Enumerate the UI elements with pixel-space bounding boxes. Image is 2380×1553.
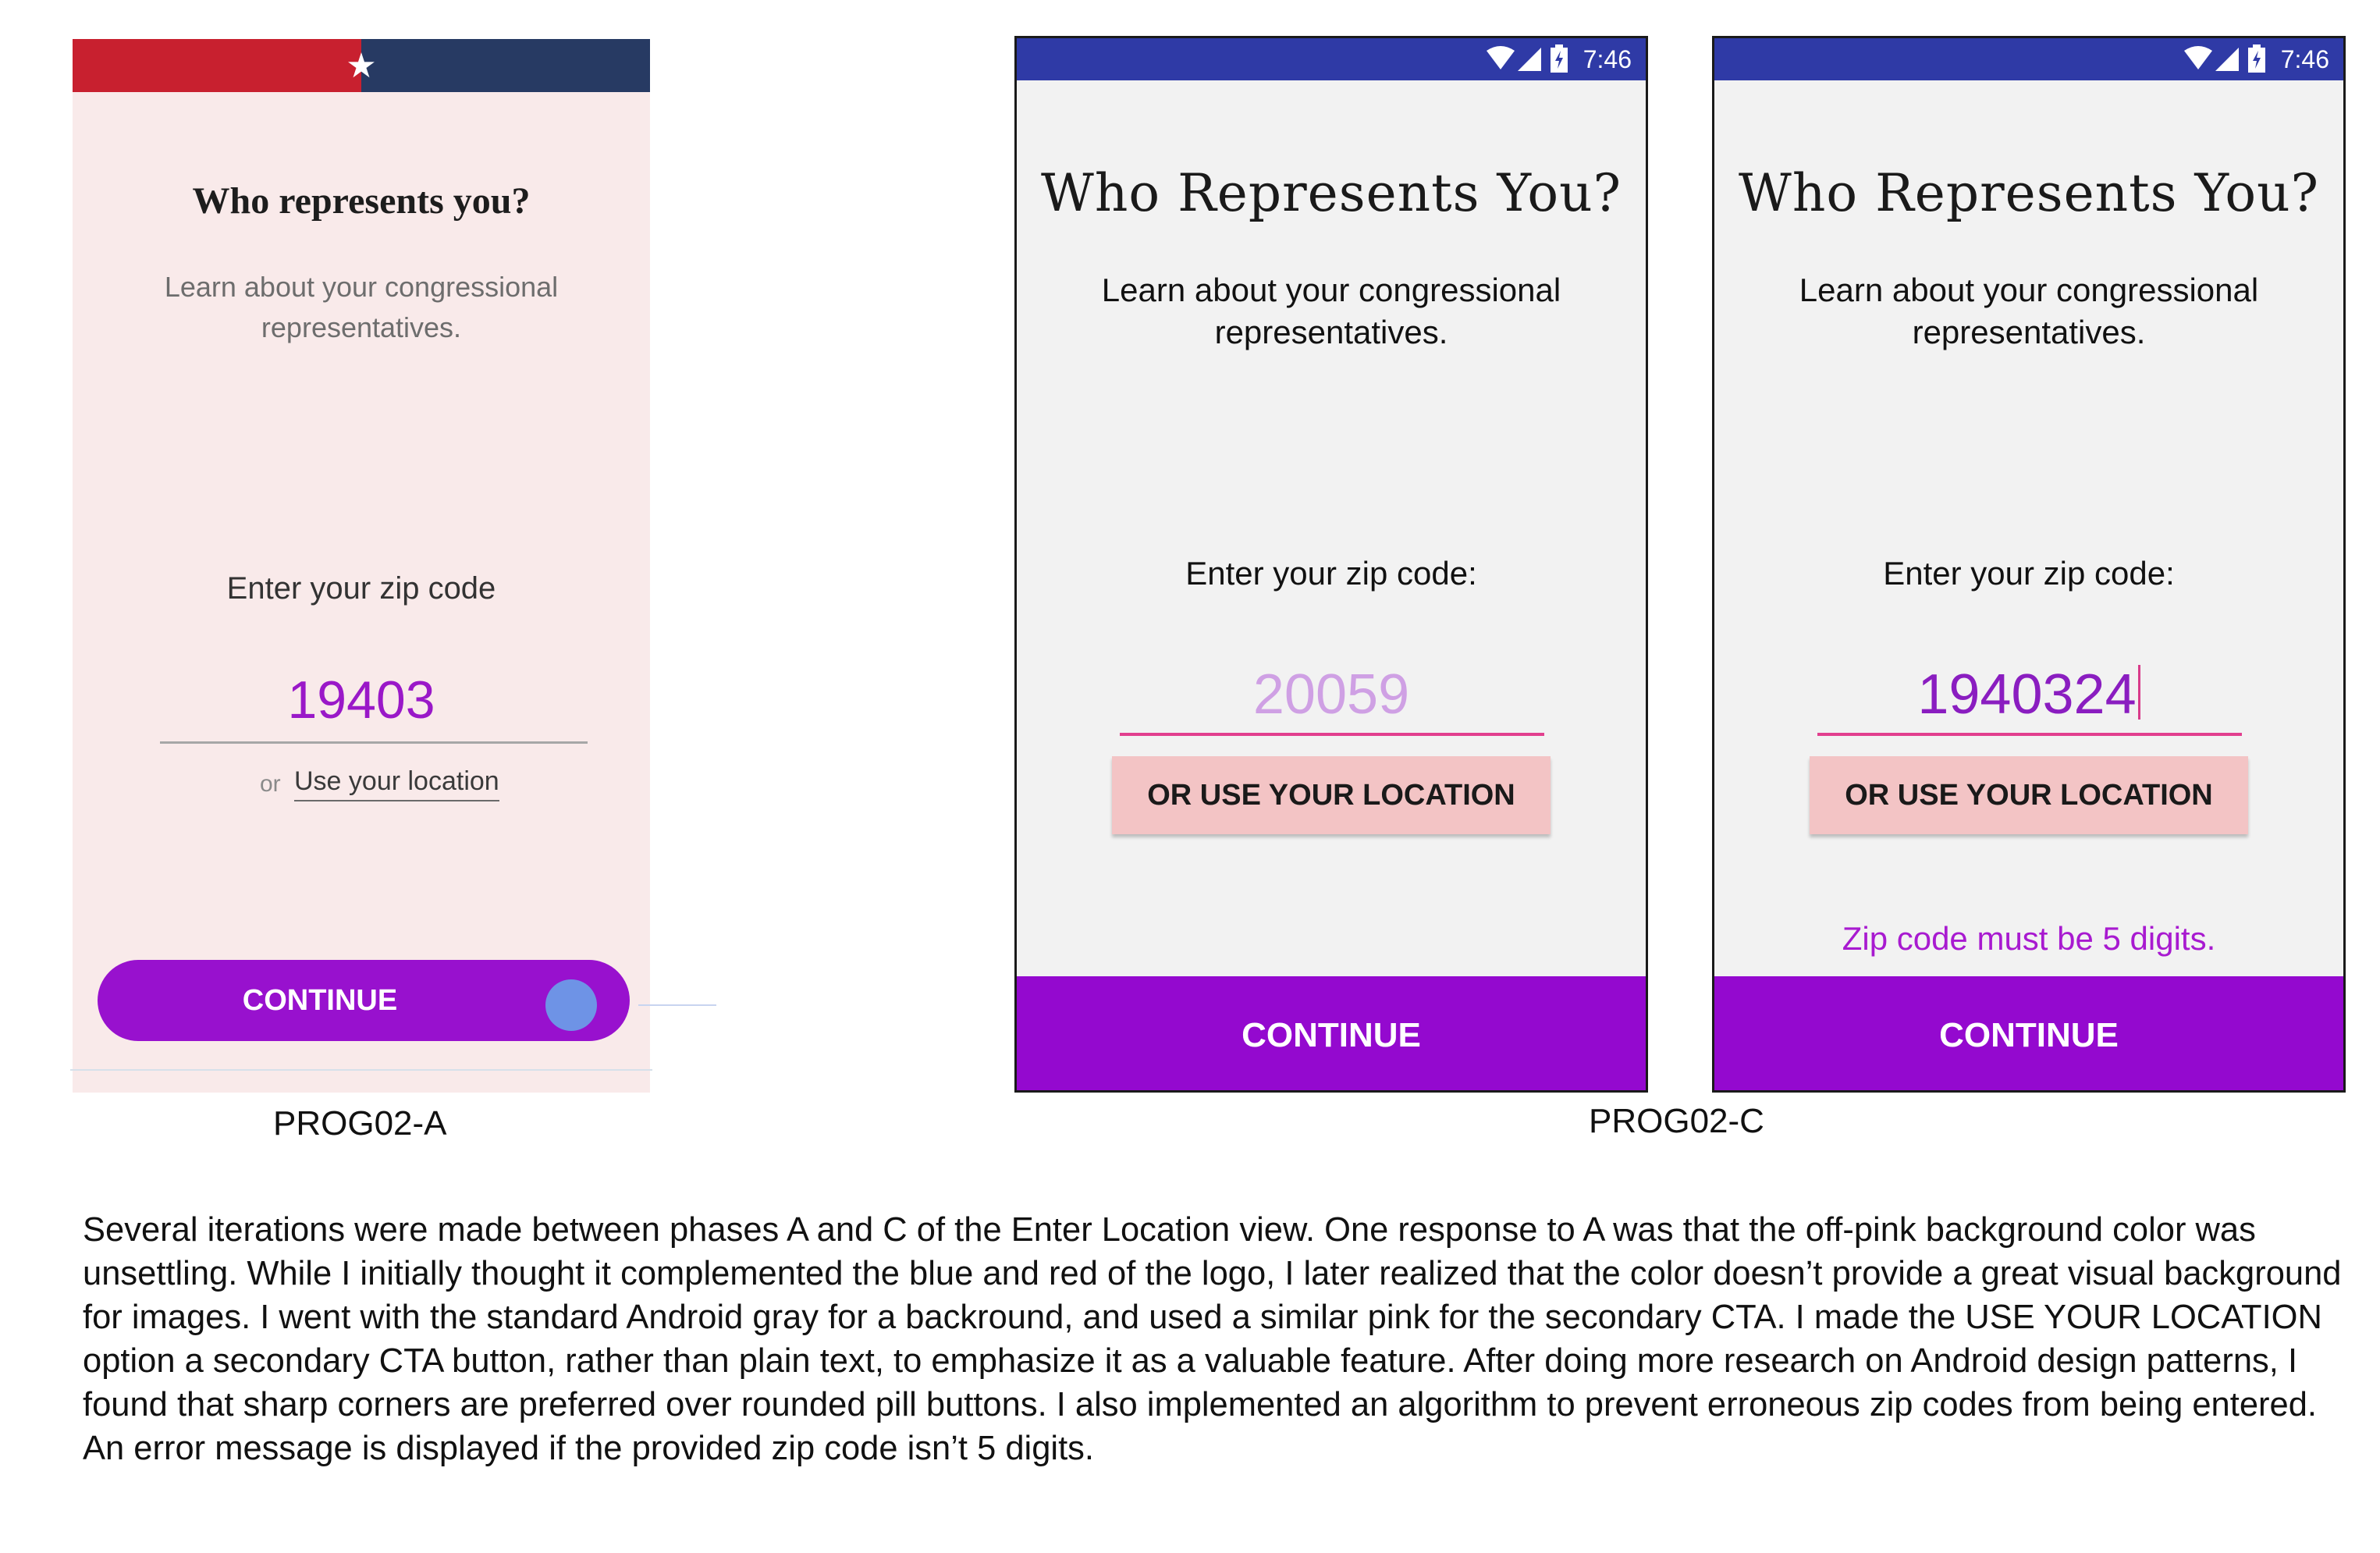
battery-icon — [1551, 44, 1568, 73]
page-subtitle: Learn about your congressional represent… — [164, 271, 559, 343]
continue-button[interactable]: CONTINUE — [1714, 976, 2343, 1090]
page-title: Who represents you? — [192, 180, 531, 222]
star-icon: ★ — [346, 46, 377, 86]
zip-label: Enter your zip code: — [1883, 555, 2175, 592]
prog02-a-screen: ★ Who represents you? Learn about your c… — [73, 39, 716, 1093]
prog02-c-screen-1: 7:46 Who Represents You? Learn about you… — [1014, 36, 1648, 1093]
zip-underline — [1120, 733, 1544, 736]
status-bar: 7:46 — [1017, 38, 1646, 80]
page-title: Who Represents You? — [1739, 163, 2319, 223]
touch-indicator — [545, 979, 597, 1031]
zip-input[interactable]: 20059 — [1017, 663, 1646, 727]
zip-label: Enter your zip code: — [1185, 555, 1477, 592]
battery-icon — [2248, 44, 2265, 73]
use-location-button[interactable]: OR USE YOUR LOCATION — [1810, 756, 2248, 834]
page-title: Who Represents You? — [1041, 163, 1622, 223]
or-text: or — [260, 771, 281, 797]
description-paragraph: Several iterations were made between pha… — [83, 1211, 2342, 1467]
status-time: 7:46 — [1583, 45, 1632, 73]
signal-icon — [2215, 48, 2239, 71]
wifi-icon — [2184, 46, 2212, 69]
screen-bottom-edge — [70, 1069, 652, 1071]
wifi-icon — [1487, 46, 1515, 69]
continue-button[interactable]: CONTINUE — [1017, 976, 1646, 1090]
zip-input[interactable]: 19403 — [73, 670, 650, 730]
prog02-c-screen-2: 7:46 Who Represents You? Learn about you… — [1712, 36, 2346, 1093]
caption-prog02-c: PROG02-C — [1589, 1102, 1764, 1140]
status-time: 7:46 — [2280, 45, 2329, 73]
zip-label: Enter your zip code — [226, 571, 496, 606]
status-bar: 7:46 — [1714, 38, 2343, 80]
continue-label: CONTINUE — [242, 984, 398, 1017]
page-subtitle: Learn about your congressional represent… — [1101, 272, 1561, 350]
text-cursor — [2137, 665, 2140, 720]
use-location-button[interactable]: OR USE YOUR LOCATION — [1112, 756, 1551, 834]
error-message: Zip code must be 5 digits. — [1842, 920, 2216, 957]
zip-input[interactable]: 1940324 — [1714, 663, 2343, 727]
use-location-link[interactable]: Use your location — [294, 766, 499, 801]
zip-underline — [1817, 733, 2242, 736]
page-subtitle: Learn about your congressional represent… — [1799, 272, 2259, 350]
zip-input-text: 1940324 — [1917, 663, 2137, 726]
touch-indicator-line — [638, 1004, 716, 1006]
zip-underline — [160, 741, 588, 744]
logo-red-half — [73, 39, 361, 92]
signal-icon — [1518, 48, 1541, 71]
caption-prog02-a: PROG02-A — [273, 1104, 447, 1143]
logo-blue-half — [361, 39, 650, 92]
